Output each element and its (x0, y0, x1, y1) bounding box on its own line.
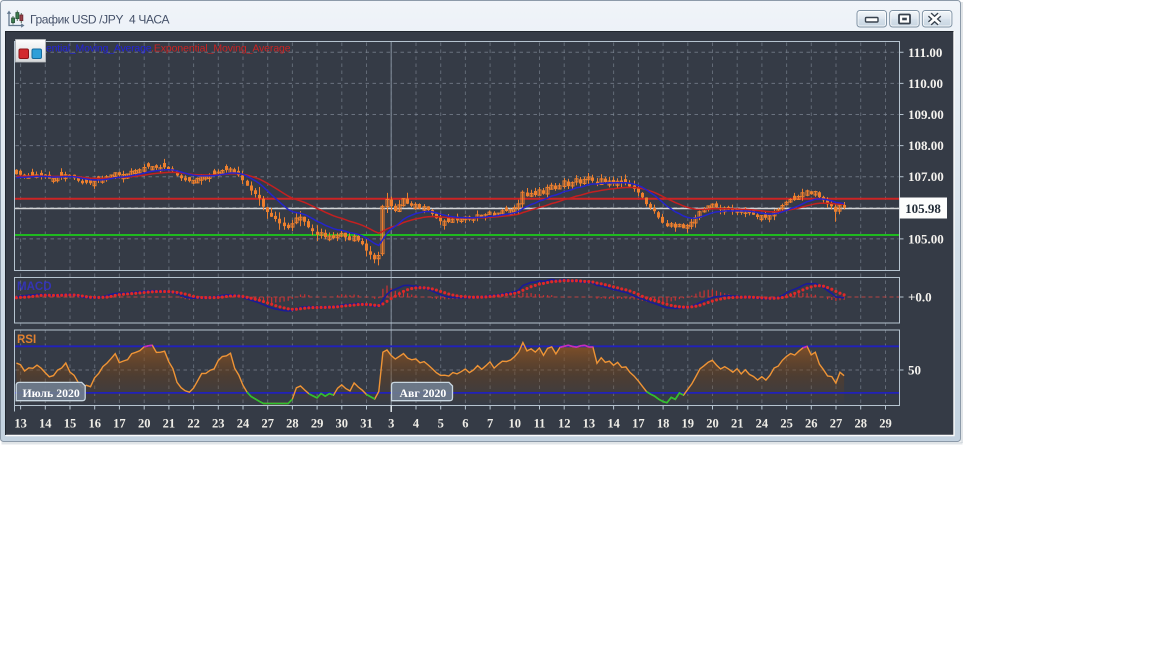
svg-text:29: 29 (879, 417, 892, 431)
svg-text:27: 27 (261, 417, 274, 431)
svg-text:20: 20 (706, 417, 719, 431)
svg-text:28: 28 (854, 417, 867, 431)
svg-text:26: 26 (805, 417, 818, 431)
svg-text:6: 6 (462, 417, 468, 431)
svg-text:MACD: MACD (17, 281, 52, 293)
svg-text:110.00: 110.00 (908, 76, 943, 91)
svg-text:ential_Moving_Average: ential_Moving_Average (46, 43, 152, 55)
svg-text:14: 14 (607, 417, 620, 431)
svg-text:14: 14 (39, 417, 52, 431)
svg-text:108.00: 108.00 (908, 138, 944, 153)
svg-text:111.00: 111.00 (908, 45, 942, 60)
svg-text:31: 31 (360, 417, 373, 431)
svg-text:11: 11 (534, 417, 546, 431)
svg-text:RSI: RSI (17, 334, 36, 346)
svg-text:Авг 2020: Авг 2020 (400, 386, 447, 400)
svg-text:4: 4 (413, 417, 420, 431)
svg-text:.Exponential_Moving_Average: .Exponential_Moving_Average (151, 43, 291, 55)
svg-text:5: 5 (438, 417, 444, 431)
svg-text:30: 30 (336, 417, 349, 431)
svg-text:+0.0: +0.0 (908, 290, 932, 305)
svg-text:Июль 2020: Июль 2020 (23, 386, 80, 400)
svg-text:109.00: 109.00 (908, 107, 944, 122)
svg-text:17: 17 (113, 417, 126, 431)
svg-text:29: 29 (311, 417, 324, 431)
svg-text:21: 21 (163, 417, 176, 431)
svg-text:16: 16 (88, 417, 101, 431)
svg-text:13: 13 (583, 417, 596, 431)
svg-text:28: 28 (286, 417, 299, 431)
svg-text:19: 19 (682, 417, 695, 431)
svg-text:12: 12 (558, 417, 571, 431)
svg-text:График USD /JPY 4 ЧАСА: График USD /JPY 4 ЧАСА (30, 13, 169, 27)
svg-text:27: 27 (830, 417, 843, 431)
svg-text:18: 18 (657, 417, 670, 431)
svg-text:17: 17 (632, 417, 645, 431)
svg-text:13: 13 (14, 417, 27, 431)
svg-text:20: 20 (138, 417, 151, 431)
svg-text:105.98: 105.98 (905, 201, 941, 216)
svg-text:25: 25 (780, 417, 793, 431)
svg-text:21: 21 (731, 417, 744, 431)
svg-text:22: 22 (187, 417, 200, 431)
svg-text:24: 24 (756, 417, 769, 431)
svg-text:24: 24 (237, 417, 250, 431)
svg-text:7: 7 (487, 417, 493, 431)
svg-text:10: 10 (509, 417, 522, 431)
svg-text:107.00: 107.00 (908, 169, 944, 184)
svg-text:105.00: 105.00 (908, 231, 944, 246)
svg-text:3: 3 (388, 417, 394, 431)
svg-text:50: 50 (908, 363, 921, 378)
svg-text:15: 15 (64, 417, 77, 431)
svg-text:23: 23 (212, 417, 225, 431)
